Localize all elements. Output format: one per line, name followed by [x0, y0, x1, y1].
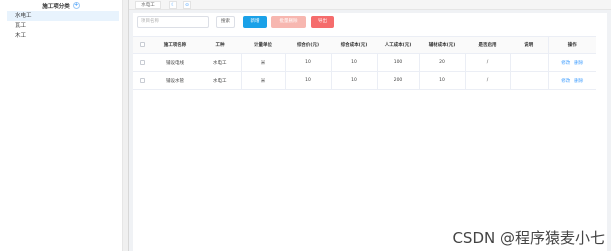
- row-checkbox[interactable]: [139, 59, 145, 65]
- cell-price: 10: [285, 71, 332, 90]
- add-button[interactable]: 新增: [243, 16, 267, 28]
- row-checkbox[interactable]: [139, 77, 145, 83]
- batch-delete-button[interactable]: 批量删除: [271, 16, 306, 28]
- cell-actions: 修改 删除: [548, 71, 596, 90]
- cell-note: [510, 53, 549, 72]
- cell-trade: 水电工: [199, 71, 242, 90]
- cell-unit: 米: [241, 71, 286, 90]
- cell-labor: 200: [377, 71, 420, 90]
- header-name: 施工项名称: [151, 36, 199, 54]
- sidebar-item-tiler[interactable]: 瓦工: [0, 21, 122, 31]
- construction-items-table: 施工项名称 工种 计量单位 综合价(元) 综合成本(元) 人工成本(元) 辅材成…: [133, 36, 596, 90]
- header-cost: 综合成本(元): [331, 36, 377, 54]
- category-sidebar: 施工项分类 + 水电工 瓦工 木工: [0, 0, 123, 251]
- delete-link[interactable]: 删除: [574, 61, 583, 66]
- cell-cost: 10: [331, 71, 378, 90]
- row-select-cell[interactable]: [133, 53, 151, 72]
- cell-price: 10: [285, 53, 332, 72]
- sidebar-title: 施工项分类: [42, 3, 70, 10]
- header-enabled: 是否启用: [465, 36, 510, 54]
- cell-unit: 米: [241, 53, 286, 72]
- header-actions: 操作: [548, 36, 596, 54]
- cell-name: 铺设水管: [151, 71, 199, 90]
- cell-trade: 水电工: [199, 53, 242, 72]
- table-row: 铺设电线 水电工 米 10 10 100 20 / 修改 删除: [133, 53, 596, 72]
- header-aux: 辅材成本(元): [419, 36, 465, 54]
- cell-aux: 20: [419, 53, 466, 72]
- cell-aux: 10: [419, 71, 466, 90]
- table-row: 铺设水管 水电工 米 10 10 200 10 / 修改 删除: [133, 71, 596, 90]
- sidebar-item-carpenter[interactable]: 木工: [0, 31, 122, 41]
- header-price: 综合价(元): [285, 36, 331, 54]
- header-unit: 计量单位: [241, 36, 285, 54]
- header-note: 说明: [510, 36, 549, 54]
- select-all-cell[interactable]: [133, 36, 151, 54]
- header-trade: 工种: [199, 36, 241, 54]
- settings-icon[interactable]: ⊙: [183, 1, 191, 9]
- export-button[interactable]: 导出: [311, 16, 334, 28]
- add-category-icon[interactable]: +: [72, 2, 80, 9]
- select-all-checkbox[interactable]: [139, 42, 145, 47]
- cell-enabled: /: [465, 71, 511, 90]
- header-labor: 人工成本(元): [377, 36, 419, 54]
- cell-enabled: /: [465, 53, 511, 72]
- tab-plumber[interactable]: 水电工: [135, 1, 161, 9]
- edit-link[interactable]: 修改: [561, 79, 570, 84]
- cell-cost: 10: [331, 53, 378, 72]
- search-input[interactable]: 项目名称: [137, 16, 209, 28]
- edit-link[interactable]: 修改: [561, 61, 570, 66]
- cell-labor: 100: [377, 53, 420, 72]
- search-button[interactable]: 搜索: [216, 16, 235, 28]
- sidebar-header: 施工项分类 +: [0, 0, 122, 11]
- cell-actions: 修改 删除: [548, 53, 596, 72]
- cell-note: [510, 71, 549, 90]
- cell-name: 铺设电线: [151, 53, 199, 72]
- sidebar-item-plumber[interactable]: 水电工: [7, 11, 119, 21]
- row-select-cell[interactable]: [133, 71, 151, 90]
- moon-icon[interactable]: ☾: [169, 1, 177, 9]
- delete-link[interactable]: 删除: [574, 79, 583, 84]
- table-header-row: 施工项名称 工种 计量单位 综合价(元) 综合成本(元) 人工成本(元) 辅材成…: [133, 36, 596, 54]
- csdn-watermark: CSDN @程序猿麦小七: [452, 229, 605, 247]
- tab-bar: 水电工 ☾ ⊙: [129, 0, 611, 10]
